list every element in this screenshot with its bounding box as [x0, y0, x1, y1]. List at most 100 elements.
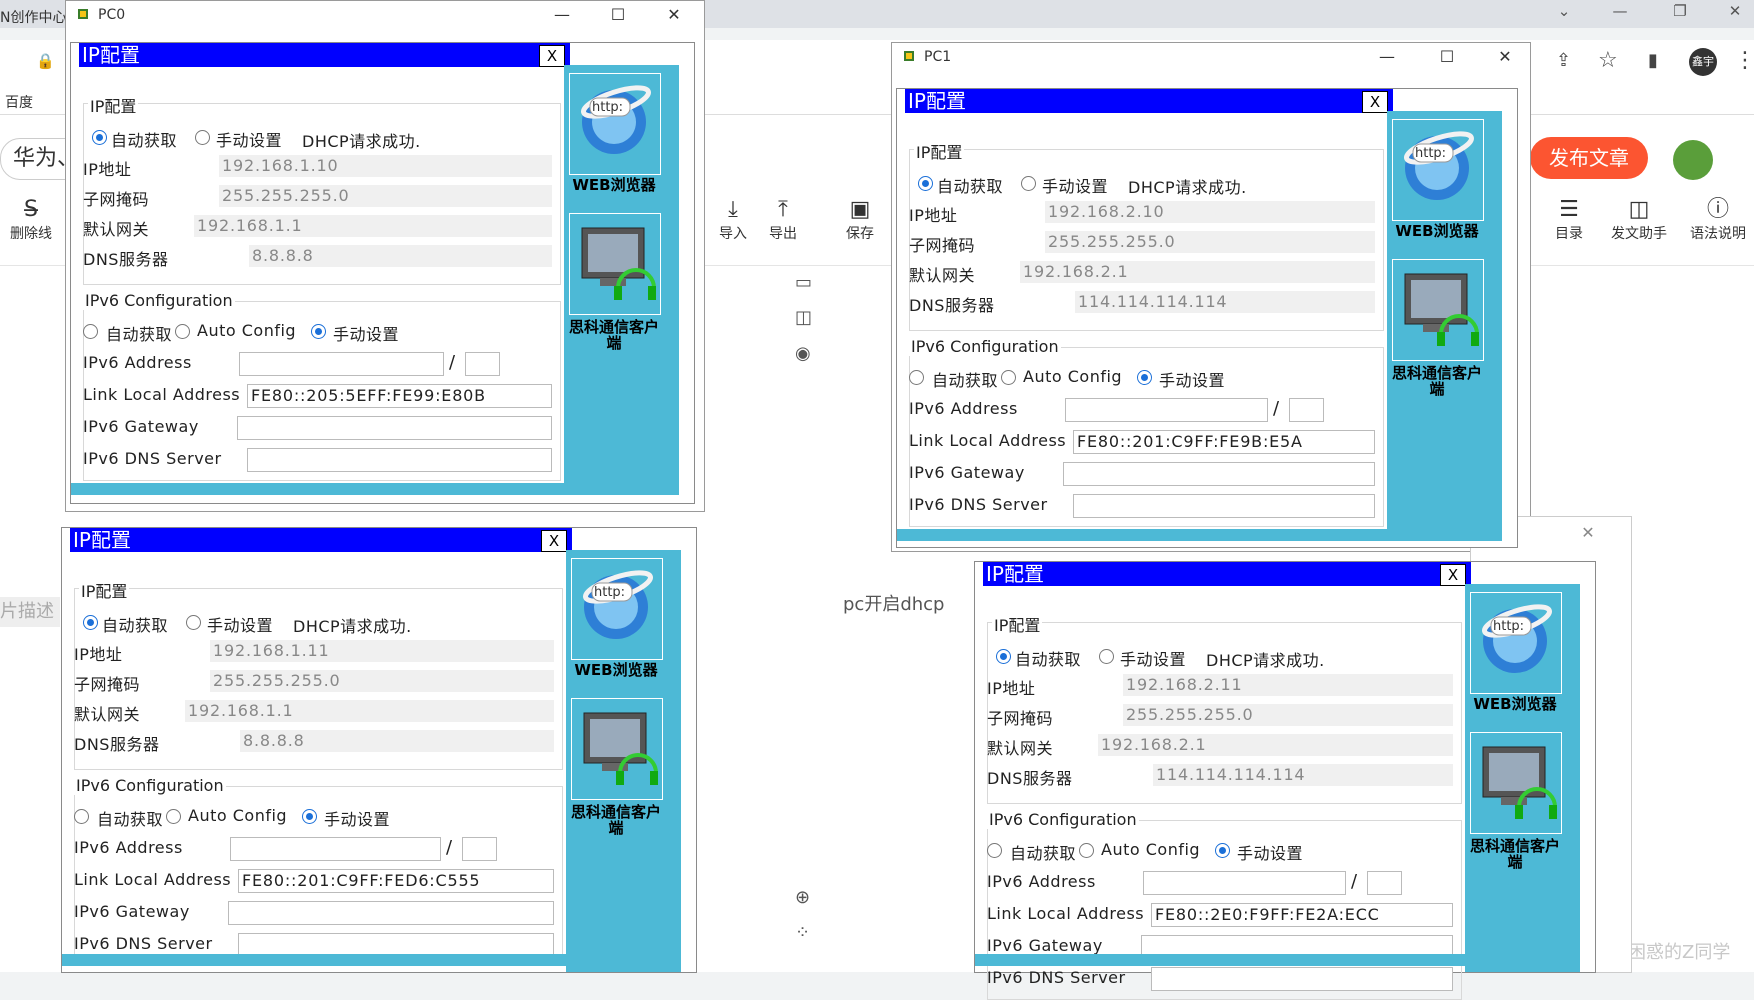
ipv6-manual-radio[interactable] — [302, 809, 317, 824]
auto-radio[interactable] — [918, 176, 933, 191]
strike-button[interactable]: S̶ 删除线 — [0, 197, 62, 243]
layout-icon[interactable]: ▭ — [795, 272, 812, 293]
cisco-client-icon-box[interactable] — [571, 698, 663, 800]
gateway-label: 默认网关 — [83, 220, 150, 239]
prefix-length-input[interactable] — [1367, 871, 1402, 895]
ipv6-address-label: IPv6 Address — [74, 838, 183, 857]
toc-button[interactable]: ☰ 目录 — [1538, 197, 1600, 243]
lock-icon[interactable]: 🔒 — [36, 52, 55, 70]
close-icon[interactable]: ✕ — [1573, 523, 1603, 542]
ipv6-address-input[interactable] — [1143, 871, 1346, 895]
prefix-length-input[interactable] — [462, 837, 497, 861]
link-local-input[interactable]: FE80::205:5EFF:FE99:E80B — [247, 384, 552, 408]
ipv6-auto-radio[interactable] — [909, 370, 924, 385]
cisco-client-icon-box[interactable] — [569, 213, 661, 315]
web-browser-icon-box[interactable]: http: — [1470, 592, 1562, 694]
image-caption-input[interactable]: 片描述 — [0, 597, 60, 627]
ipv6-auto-radio[interactable] — [74, 809, 89, 824]
profile-avatar[interactable]: 鑫宇 — [1689, 48, 1717, 76]
ipv6-auto-radio[interactable] — [987, 843, 1002, 858]
close-icon[interactable]: ✕ — [659, 5, 689, 24]
ip-value: 192.168.1.10 — [219, 155, 552, 177]
ipv6-dns-input[interactable] — [1073, 494, 1375, 518]
ipv6-manual-radio[interactable] — [1215, 843, 1230, 858]
prefix-length-input[interactable] — [1289, 398, 1324, 422]
export-icon: ⤒ — [778, 197, 788, 222]
auto-radio[interactable] — [83, 615, 98, 630]
ipconfig-header: IP配置 — [79, 43, 570, 67]
ipv6-autoconfig-radio[interactable] — [1079, 843, 1094, 858]
more-icon[interactable]: ⋮ — [1734, 48, 1754, 73]
headset-monitor-icon — [583, 712, 658, 785]
manual-radio[interactable] — [1099, 649, 1114, 664]
ipconfig-close-button[interactable]: X — [1362, 91, 1388, 113]
browser-restore-icon[interactable]: ❐ — [1660, 2, 1700, 20]
ipv6-gateway-input[interactable] — [237, 416, 552, 440]
manual-radio[interactable] — [186, 615, 201, 630]
split-icon[interactable]: ◫ — [795, 307, 812, 328]
mask-label: 子网掩码 — [909, 236, 976, 255]
ipv6-gateway-label: IPv6 Gateway — [83, 417, 199, 436]
link-local-input[interactable]: FE80::2E0:F9FF:FE2A:ECC — [1151, 903, 1453, 927]
ipv6-autoconfig-label: Auto Config — [188, 806, 288, 825]
grammar-button[interactable]: ⓘ 语法说明 — [1682, 197, 1754, 243]
minimize-icon[interactable]: — — [547, 5, 577, 24]
ipv6-dns-input[interactable] — [247, 448, 552, 472]
cisco-client-icon-box[interactable] — [1392, 259, 1484, 361]
cisco-client-icon-box[interactable] — [1470, 732, 1562, 834]
maximize-icon[interactable]: ☐ — [1432, 47, 1462, 66]
dns-value: 8.8.8.8 — [240, 730, 554, 752]
assistant-button[interactable]: ◫ 发文助手 — [1603, 197, 1675, 243]
star-icon[interactable]: ☆ — [1598, 48, 1618, 73]
ipv6-auto-radio[interactable] — [83, 324, 98, 339]
pc1-title: PC1 — [924, 49, 952, 65]
web-browser-icon-box[interactable]: http: — [571, 558, 663, 660]
close-icon[interactable]: ✕ — [1490, 47, 1520, 66]
ipv6-address-input[interactable] — [230, 837, 441, 861]
ipconfig-close-button[interactable]: X — [1440, 564, 1466, 586]
manual-radio[interactable] — [195, 130, 210, 145]
minimize-icon[interactable]: — — [1372, 47, 1402, 66]
share-icon[interactable]: ⇪ — [1556, 50, 1571, 71]
target-icon[interactable]: ⊕ — [795, 887, 810, 908]
strike-icon: S̶ — [24, 197, 38, 222]
prefix-slash: / — [1273, 398, 1280, 419]
ipv6-manual-radio[interactable] — [1137, 370, 1152, 385]
web-browser-icon-box[interactable]: http: — [569, 73, 661, 175]
publish-button[interactable]: 发布文章 — [1530, 137, 1648, 179]
ipconfig-close-button[interactable]: X — [539, 45, 565, 67]
browser-minimize-icon[interactable]: — — [1600, 2, 1640, 20]
ipv6-manual-label: 手动设置 — [1237, 844, 1304, 863]
maximize-icon[interactable]: ☐ — [603, 5, 633, 24]
browser-chevron-icon[interactable]: ⌄ — [1544, 2, 1584, 20]
manual-radio[interactable] — [1021, 176, 1036, 191]
user-avatar[interactable] — [1673, 140, 1713, 180]
auto-radio[interactable] — [92, 130, 107, 145]
browser-tab-title[interactable]: N创作中心 — [0, 7, 66, 27]
grid-icon[interactable]: ⁘ — [795, 922, 810, 943]
ipv6-autoconfig-radio[interactable] — [166, 809, 181, 824]
prefix-length-input[interactable] — [465, 352, 500, 376]
link-local-label: Link Local Address — [909, 431, 1067, 450]
save-button[interactable]: ▣ 保存 — [829, 197, 891, 243]
bottom-strip — [975, 954, 1465, 966]
ipv6-autoconfig-radio[interactable] — [1001, 370, 1016, 385]
ipconfig-close-button[interactable]: X — [541, 530, 567, 552]
link-local-input[interactable]: FE80::201:C9FF:FE9B:E5A — [1073, 430, 1375, 454]
ipv6-address-input[interactable] — [1065, 398, 1268, 422]
ipv6-address-input[interactable] — [239, 352, 444, 376]
ipv6-autoconfig-radio[interactable] — [175, 324, 190, 339]
ipv6-gateway-input[interactable] — [228, 901, 554, 925]
manual-radio-label: 手动设置 — [207, 616, 274, 635]
link-local-input[interactable]: FE80::201:C9FF:FED6:C555 — [238, 869, 554, 893]
export-button[interactable]: ⤒ 导出 — [752, 197, 814, 243]
eye-icon[interactable]: ◉ — [795, 343, 811, 364]
ipv6-manual-radio[interactable] — [311, 324, 326, 339]
ipv6-gateway-input[interactable] — [1063, 462, 1375, 486]
browser-close-icon[interactable]: ✕ — [1715, 2, 1754, 20]
sidebar-icon[interactable]: ▮ — [1648, 50, 1658, 71]
auto-radio[interactable] — [996, 649, 1011, 664]
bookmark-baidu[interactable]: 百度 — [5, 92, 33, 112]
web-browser-icon-box[interactable]: http: — [1392, 119, 1484, 221]
pc0-title: PC0 — [98, 7, 126, 23]
